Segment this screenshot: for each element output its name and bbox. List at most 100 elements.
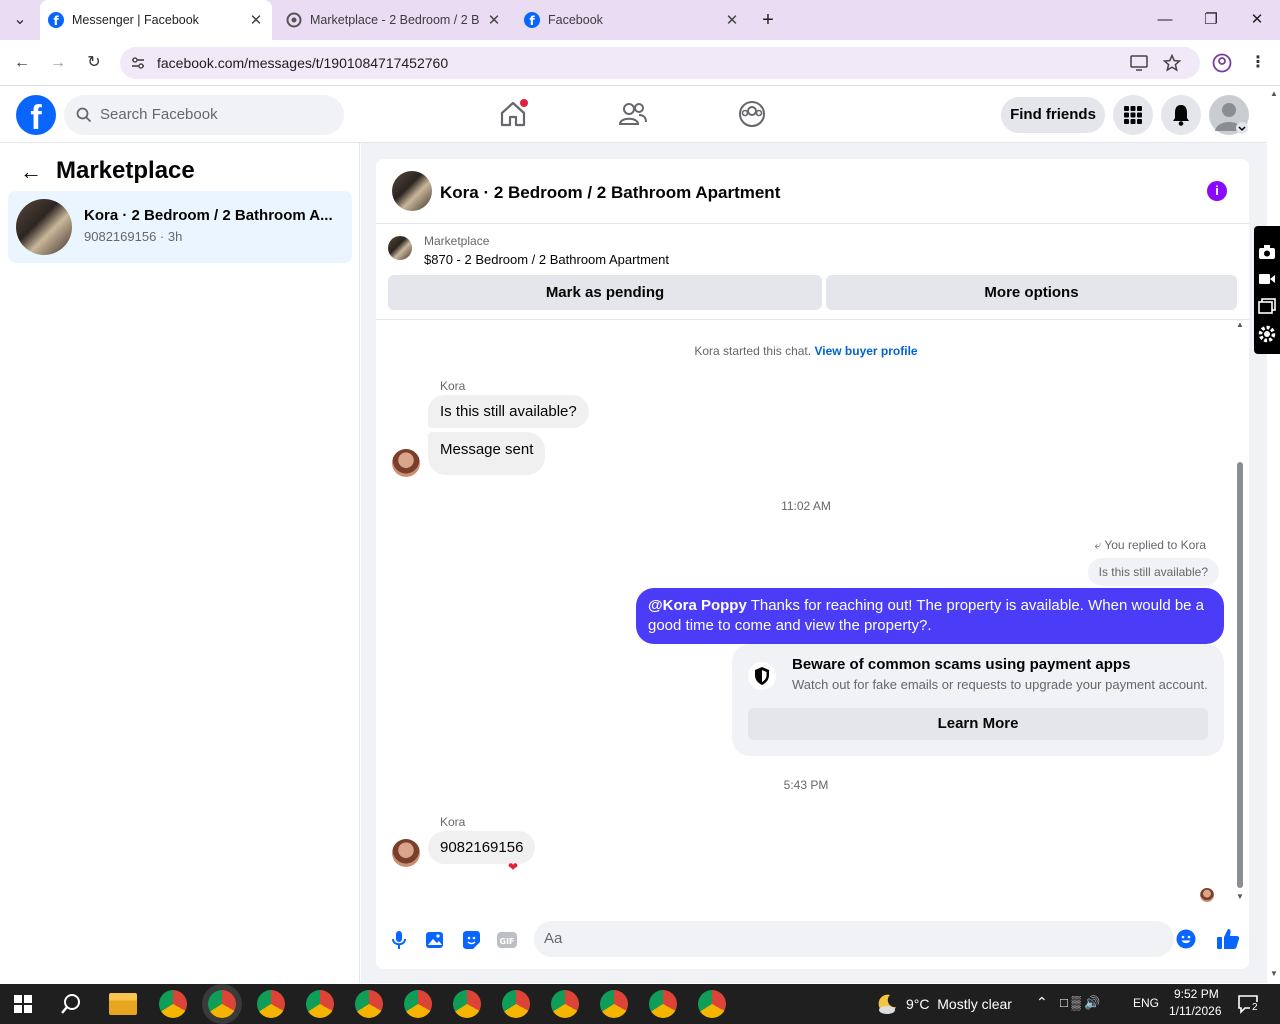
window-icon[interactable] [1258, 298, 1276, 314]
home-icon[interactable] [498, 99, 528, 129]
panel-title: Marketplace [56, 157, 195, 184]
mention[interactable]: @Kora Poppy [648, 597, 747, 614]
message-input[interactable]: Aa [534, 921, 1196, 957]
shield-icon [748, 662, 776, 690]
weather-text[interactable]: 9°C Mostly clear [906, 996, 1012, 1012]
kora-avatar[interactable] [392, 839, 420, 867]
scroll-up-icon[interactable]: ▲ [1236, 320, 1244, 329]
outgoing-message[interactable]: @Kora Poppy Thanks for reaching out! The… [636, 588, 1224, 644]
chat-started-text: Kora started this chat. [694, 344, 812, 358]
chrome-icon[interactable] [159, 990, 187, 1018]
close-tab-icon[interactable]: ✕ [246, 11, 266, 29]
restore-button[interactable]: ❐ [1188, 0, 1234, 40]
close-tab-icon[interactable]: ✕ [722, 11, 742, 29]
find-friends-button[interactable]: Find friends [1001, 97, 1105, 133]
chat-title[interactable]: Kora · 2 Bedroom / 2 Bathroom Apartment [440, 183, 780, 203]
chrome-icon[interactable] [257, 990, 285, 1018]
chat-avatar[interactable] [392, 171, 432, 211]
chrome-icon[interactable] [698, 990, 726, 1018]
chrome-icon[interactable] [355, 990, 383, 1018]
heart-reaction-icon[interactable]: ❤ [508, 860, 518, 874]
tray-icons[interactable]: □ ▒ 🔊 [1060, 995, 1100, 1011]
search-icon[interactable] [60, 993, 82, 1015]
chrome-icon[interactable] [600, 990, 628, 1018]
photo-icon[interactable] [424, 929, 446, 951]
thumbs-up-icon[interactable] [1216, 927, 1240, 951]
tab-title: Facebook [548, 13, 603, 27]
tab-messenger[interactable]: f Messenger | Facebook ✕ [40, 0, 272, 40]
mark-as-pending-button[interactable]: Mark as pending [388, 275, 822, 310]
incoming-message[interactable]: 9082169156 [428, 831, 536, 864]
file-explorer-icon[interactable] [109, 993, 137, 1015]
learn-more-button[interactable]: Learn More [748, 708, 1208, 740]
kora-avatar[interactable] [392, 449, 420, 477]
page-scroll-down-icon[interactable]: ▼ [1270, 969, 1278, 978]
tray-chevron-icon[interactable]: ⌃ [1036, 994, 1048, 1011]
listing-title[interactable]: $870 - 2 Bedroom / 2 Bathroom Apartment [424, 252, 669, 267]
scrollbar-thumb[interactable] [1237, 462, 1243, 888]
back-icon[interactable]: ← [9, 50, 35, 76]
tab-facebook[interactable]: f Facebook ✕ [516, 0, 748, 40]
svg-text:f: f [54, 14, 60, 28]
view-buyer-profile-link[interactable]: View buyer profile [814, 344, 917, 358]
search-input[interactable]: Search Facebook [64, 95, 344, 135]
clock-time[interactable]: 9:52 PM [1174, 987, 1219, 1001]
chrome-icon[interactable] [502, 990, 530, 1018]
weather-moon-icon[interactable] [875, 992, 899, 1016]
back-arrow-icon[interactable]: ← [20, 159, 42, 185]
emoji-icon[interactable] [1176, 929, 1196, 949]
facebook-favicon-icon: f [524, 12, 540, 28]
video-icon[interactable] [1258, 272, 1276, 286]
chat-panel: Kora · 2 Bedroom / 2 Bathroom Apartment … [376, 159, 1249, 969]
bookmark-star-icon[interactable] [1163, 54, 1181, 72]
timestamp: 11:02 AM [781, 499, 831, 513]
chat-scrollbar[interactable]: ▲ ▼ [1236, 320, 1246, 904]
sticker-icon[interactable] [460, 929, 482, 951]
windows-start-icon[interactable] [14, 995, 32, 1013]
tab-marketplace[interactable]: Marketplace - 2 Bedroom / 2 B ✕ [278, 0, 510, 40]
minimize-button[interactable]: — [1142, 0, 1188, 40]
profile-icon[interactable] [1212, 53, 1232, 73]
tab-search-chevron-icon[interactable]: ⌄ [7, 7, 33, 33]
incoming-message[interactable]: Message sent [428, 432, 546, 475]
site-settings-icon[interactable] [130, 55, 146, 71]
marketplace-favicon-icon [286, 12, 302, 28]
chrome-icon[interactable] [453, 990, 481, 1018]
friends-icon[interactable] [618, 99, 648, 129]
reload-icon[interactable]: ↻ [81, 50, 107, 76]
info-icon[interactable]: i [1207, 181, 1227, 201]
quoted-message[interactable]: Is this still available? [1087, 558, 1219, 586]
page-scroll-up-icon[interactable]: ▲ [1270, 89, 1278, 98]
gif-icon[interactable]: GIF [496, 929, 518, 951]
incoming-message[interactable]: Is this still available? [428, 395, 589, 428]
forward-icon[interactable]: → [45, 50, 71, 76]
settings-gear-icon[interactable] [1257, 324, 1277, 344]
listing-thumbnail [388, 236, 412, 260]
facebook-logo-icon[interactable]: f [16, 95, 56, 135]
notifications-button[interactable] [1161, 95, 1201, 135]
replied-label: ⤶ You replied to Kora [1095, 538, 1207, 553]
microphone-icon[interactable] [388, 929, 410, 951]
chrome-icon[interactable] [404, 990, 432, 1018]
install-app-icon[interactable] [1130, 55, 1148, 71]
menu-grid-button[interactable] [1113, 95, 1153, 135]
reply-arrow-icon: ⤶ [1094, 538, 1102, 552]
conversation-item[interactable]: Kora · 2 Bedroom / 2 Bathroom A... 90821… [8, 191, 352, 263]
scroll-down-icon[interactable]: ▼ [1236, 892, 1244, 901]
clock-date[interactable]: 1/11/2026 [1169, 1004, 1222, 1018]
account-avatar[interactable] [1209, 95, 1249, 135]
omnibox[interactable]: facebook.com/messages/t/1901084717452760 [120, 47, 1200, 79]
close-window-button[interactable]: ✕ [1234, 0, 1280, 40]
chrome-icon[interactable] [306, 990, 334, 1018]
chrome-icon[interactable] [208, 990, 236, 1018]
groups-icon[interactable] [737, 99, 767, 129]
browser-menu-icon[interactable]: ⋮ [1245, 50, 1271, 76]
chrome-icon[interactable] [649, 990, 677, 1018]
chrome-icon[interactable] [551, 990, 579, 1018]
close-tab-icon[interactable]: ✕ [484, 11, 504, 29]
page-scrollbar[interactable]: ▲ ▼ [1267, 87, 1280, 983]
more-options-button[interactable]: More options [826, 275, 1237, 310]
language-indicator[interactable]: ENG [1133, 996, 1159, 1010]
new-tab-button[interactable]: + [745, 0, 791, 40]
camera-icon[interactable] [1258, 244, 1276, 260]
